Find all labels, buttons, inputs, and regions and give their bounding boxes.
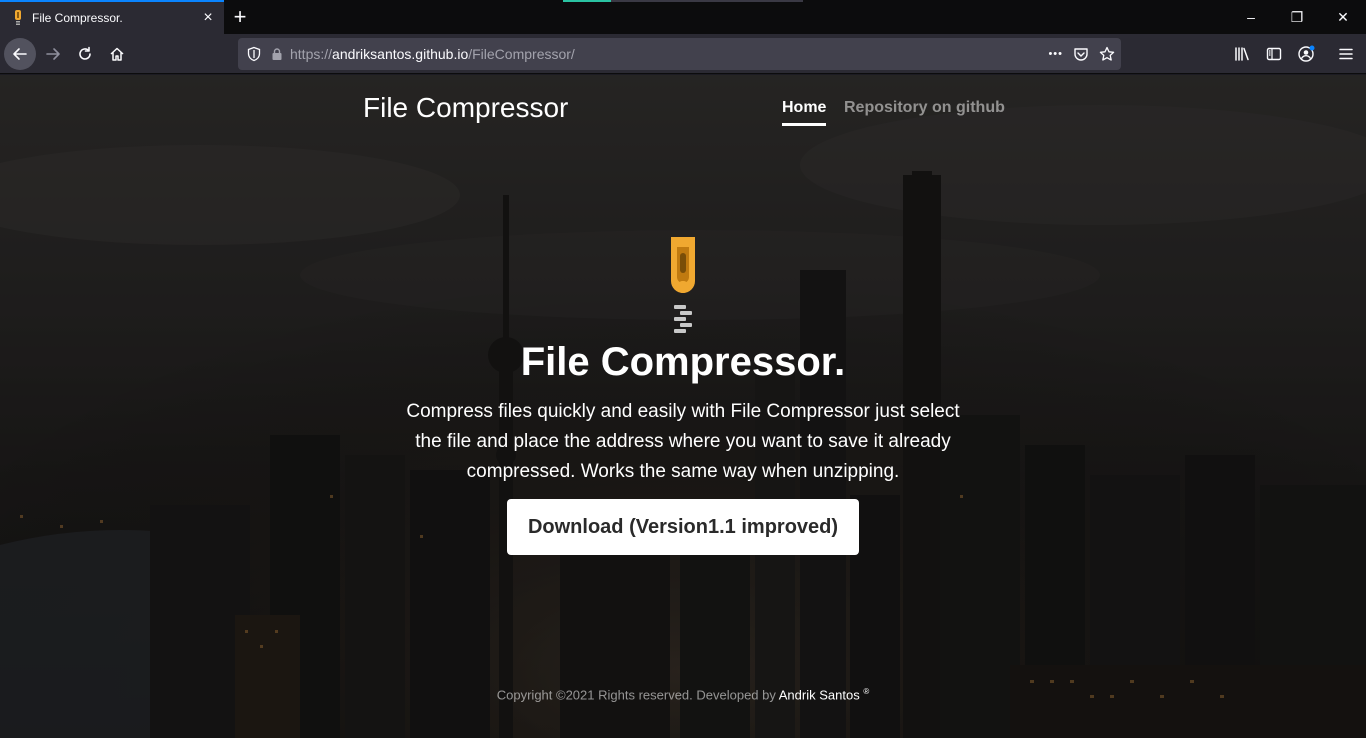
account-icon	[1298, 45, 1315, 62]
browser-tab-bar: File Compressor. × + – ❐ ✕	[0, 0, 1366, 34]
back-arrow-icon	[13, 48, 27, 60]
footer-author-link[interactable]: Andrik Santos	[779, 687, 860, 702]
tab-strip-indicator	[563, 0, 611, 2]
download-button[interactable]: Download (Version1.1 improved)	[507, 499, 859, 555]
browser-toolbar: https://andriksantos.github.io/FileCompr…	[0, 34, 1366, 74]
account-button[interactable]	[1290, 38, 1322, 70]
url-scheme: https://	[290, 46, 333, 62]
star-icon[interactable]	[1099, 46, 1115, 62]
window-restore-button[interactable]: ❐	[1274, 0, 1320, 34]
library-icon	[1235, 47, 1249, 61]
nav-link-repository[interactable]: Repository on github	[844, 99, 1005, 117]
nav-link-home[interactable]: Home	[782, 99, 827, 126]
menu-button[interactable]	[1330, 38, 1362, 70]
forward-arrow-icon	[46, 48, 60, 60]
home-button[interactable]	[101, 38, 133, 70]
reload-icon	[79, 46, 91, 60]
pocket-icon[interactable]	[1073, 46, 1089, 62]
zipper-icon	[671, 237, 695, 333]
footer: Copyright ©2021 Rights reserved. Develop…	[0, 687, 1366, 702]
site-brand[interactable]: File Compressor	[363, 92, 568, 124]
url-host: andriksantos.github.io	[332, 46, 469, 62]
library-button[interactable]	[1226, 38, 1258, 70]
url-path: /FileCompressor/	[468, 46, 575, 62]
hero-description: Compress files quickly and easily with F…	[406, 401, 960, 482]
reload-button[interactable]	[69, 38, 101, 70]
url-text[interactable]: https://andriksantos.github.io/FileCompr…	[290, 46, 575, 62]
footer-copyright: Copyright ©2021 Rights reserved. Develop…	[496, 687, 779, 703]
menu-icon	[1339, 48, 1353, 60]
browser-tab-active[interactable]: File Compressor. ×	[0, 0, 224, 34]
sidebar-button[interactable]	[1258, 38, 1290, 70]
page-viewport: File Compressor Home Repository on githu…	[0, 75, 1366, 738]
window-minimize-button[interactable]: –	[1228, 0, 1274, 34]
close-tab-icon[interactable]: ×	[196, 6, 220, 30]
tab-strip-indicator-track	[611, 0, 803, 2]
home-icon	[110, 47, 124, 61]
shield-icon[interactable]	[246, 46, 262, 62]
forward-button[interactable]	[37, 38, 69, 70]
zipper-favicon-icon	[10, 10, 26, 26]
window-close-button[interactable]: ✕	[1320, 0, 1366, 34]
back-button[interactable]	[4, 38, 36, 70]
tab-title: File Compressor.	[32, 11, 123, 25]
lock-icon[interactable]	[270, 47, 284, 61]
hero-title: File Compressor.	[520, 340, 846, 384]
new-tab-button[interactable]: +	[226, 4, 254, 30]
url-bar[interactable]: https://andriksantos.github.io/FileCompr…	[238, 38, 1121, 70]
sidebar-icon	[1266, 47, 1282, 61]
page-actions-icon[interactable]: •••	[1048, 48, 1063, 60]
registered-mark: ®	[863, 687, 870, 696]
